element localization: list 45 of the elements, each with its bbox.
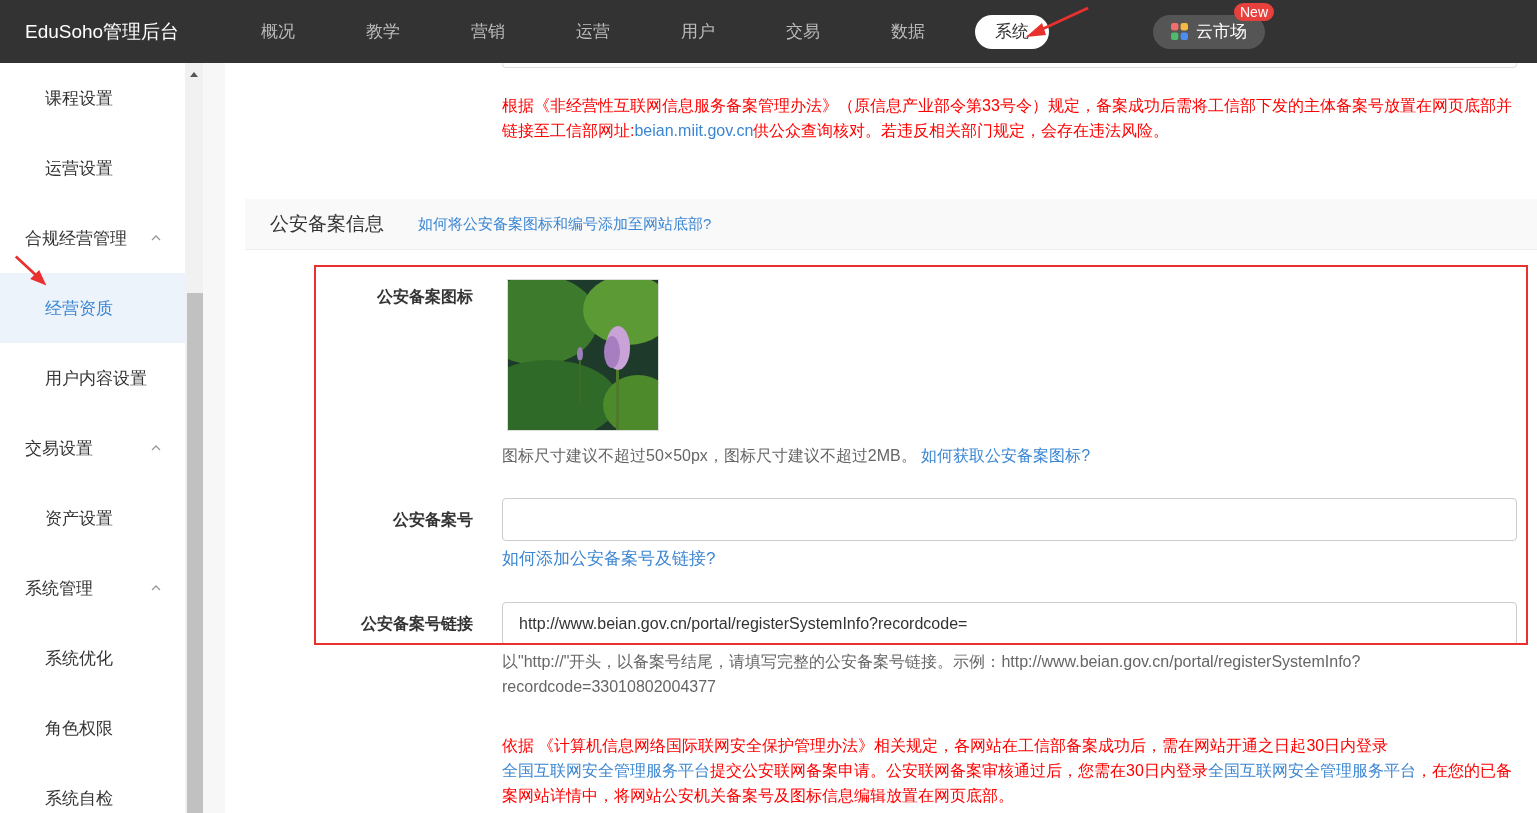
sidebar-group[interactable]: 交易设置 [0, 413, 185, 483]
sidebar-item[interactable]: 系统自检 [0, 763, 185, 813]
sidebar-item[interactable]: 系统优化 [0, 623, 185, 693]
nav-tab[interactable]: 用户 [645, 14, 750, 49]
nav-tab[interactable]: 教学 [330, 14, 435, 49]
app-grid-icon [1171, 23, 1188, 40]
nav-tab[interactable]: 系统 [975, 14, 1049, 49]
nav-tab[interactable]: 交易 [750, 14, 855, 49]
hint-text: 以"http://"开头，以备案号结尾，请填写完整的公安备案号链接。示例：http://www.beian.gov.cn/portal/registerSystemInfo?recordcode=33010802004377 [502, 652, 1362, 697]
scrollbar[interactable] [185, 63, 203, 813]
scroll-thumb[interactable] [187, 293, 203, 813]
notice-text: 依据 《计算机信息网络国际联网安全保护管理办法》相关规定，各网站在工信部备案成功后，需在网站开通之日起30日内登录 全国互联网安全管理服务平台提交公安联网备案申请。公安联网备案审核通过后，您需在30日内登录全国互联网安全管理服务平台，在您的已备案网站详情中，将网站公安机关备案号及图标信息编辑放置在网页底部。 [502, 736, 1512, 806]
notice-link[interactable]: 全国互联网安全管理服务平台 [1207, 762, 1416, 779]
notice-link[interactable]: beian.miit.gov.cn [634, 122, 754, 139]
input-field[interactable] [502, 498, 1517, 541]
group-label: 系统管理 [25, 577, 93, 600]
sidebar-item[interactable]: 资产设置 [0, 483, 185, 553]
field-label: 公安备案号 [392, 510, 473, 530]
group-label: 合规经营管理 [25, 227, 127, 250]
sidebar-item[interactable]: 运营设置 [0, 133, 185, 203]
sidebar-item[interactable]: 经营资质 [0, 273, 185, 343]
sidebar-group[interactable]: 系统管理 [0, 553, 185, 623]
nav-tab[interactable]: 数据 [855, 14, 960, 49]
brand-title[interactable]: EduSoho管理后台 [25, 18, 225, 45]
group-label: 交易设置 [25, 437, 93, 460]
nav-tab[interactable]: 概况 [225, 14, 330, 49]
scroll-up-icon[interactable] [190, 72, 198, 77]
notice-text: 根据《非经营性互联网信息服务备案管理办法》（原信息产业部令第33号令）规定，备案成功后需将工信部下发的主体备案号放置在网页底部并链接至工信部网址:beian.miit.gov.cn供公众查询核对。若违反相关部门规定，会存在违法风险。 [502, 96, 1512, 141]
notice-link[interactable]: 全国互联网安全管理服务平台 [502, 762, 710, 779]
sidebar-group[interactable]: 合规经营管理 [0, 203, 185, 273]
sidebar-item[interactable]: 用户内容设置 [0, 343, 185, 413]
help-link[interactable]: 如何获取公安备案图标? [921, 447, 1091, 464]
field-label: 公安备案图标 [376, 287, 473, 307]
section-title: 公安备案信息 [270, 212, 384, 236]
help-link[interactable]: 如何将公安备案图标和编号添加至网站底部? [418, 214, 712, 234]
nav-tab[interactable]: 运营 [540, 14, 645, 49]
field-label: 公安备案号链接 [360, 614, 473, 634]
sidebar-item[interactable]: 角色权限 [0, 693, 185, 763]
help-link[interactable]: 如何添加公安备案号及链接? [502, 547, 716, 570]
new-badge: New [1234, 3, 1274, 21]
nav-tab[interactable]: 营销 [435, 14, 540, 49]
sidebar-item[interactable]: 课程设置 [0, 63, 185, 133]
input-field[interactable]: http://www.beian.gov.cn/portal/registerSystemInfo?recordcode= [502, 602, 1517, 645]
hint-text: 图标尺寸建议不超过50×50px，图标尺寸建议不超过2MB。 如何获取公安备案图标? [502, 446, 1092, 466]
input-field[interactable] [502, 63, 1517, 68]
